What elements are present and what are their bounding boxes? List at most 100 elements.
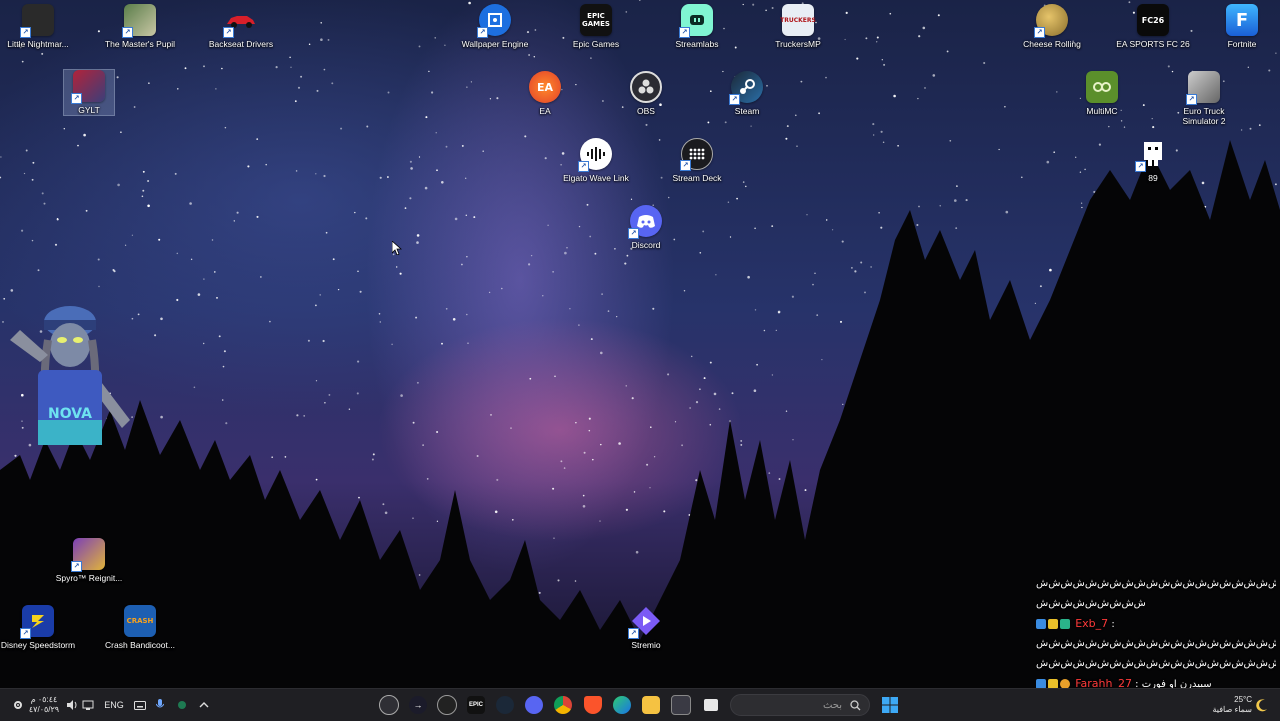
language-indicator[interactable]: ENG (100, 689, 128, 721)
desktop-icon-streamlabs[interactable]: ↗ Streamlabs (659, 4, 735, 49)
taskbar-app-store[interactable] (670, 689, 692, 721)
icon-label: Stremio (631, 640, 661, 650)
desktop: ↗ Little Nightmar... ↗ The Master's Pupi… (0, 0, 1280, 688)
icon-label: Epic Games (572, 39, 620, 49)
taskbar-app-epic[interactable]: EPIC (465, 689, 487, 721)
desktop-icon-cheese-rolling[interactable]: ↗ Cheese Rolling (1014, 4, 1090, 49)
taskbar-app-discord[interactable] (523, 689, 545, 721)
weather-temp: 25°C (1234, 695, 1252, 704)
desktop-icon-gylt[interactable]: ↗ GYLT (63, 69, 115, 116)
fortnite-icon: F (1226, 4, 1258, 36)
desktop-icon-fortnite[interactable]: F Fortnite (1204, 4, 1280, 49)
steam-icon: ↗ (729, 71, 763, 105)
obs-icon (630, 71, 662, 103)
desktop-icon-wallpaper-engine[interactable]: ↗ Wallpaper Engine (457, 4, 533, 49)
desktop-icon-little-nightmares[interactable]: ↗ Little Nightmar... (0, 4, 76, 49)
chat-message: Farahh_27 : سبيدرن او فورت (1036, 674, 1276, 688)
start-button[interactable] (878, 689, 902, 721)
taskbar-app-edge[interactable] (611, 689, 633, 721)
chat-message: Exb_7 : (1036, 614, 1276, 634)
taskbar: ٠٥:٤٤ م ٤٧/٠٥/٢٩ ENG → EPIC بحث 25°C سما… (0, 688, 1280, 721)
desktop-icon-crash-bandicoot[interactable]: CRASH Crash Bandicoot... (102, 605, 178, 650)
desktop-icon-ea[interactable]: EA EA (507, 71, 583, 116)
taskbar-app-brave[interactable] (582, 689, 604, 721)
chrome-icon (554, 696, 572, 714)
chat-overlay: ﺵﺵﺵﺵﺵﺵﺵﺵﺵﺵﺵﺵﺵﺵﺵﺵﺵﺵﺵﺵﺵﺵﺵﺵ ﺵﺵﺵﺵﺵﺵﺵﺵﺵ Exb_7… (1036, 574, 1276, 688)
taskbar-app-explorer[interactable] (640, 689, 662, 721)
wallpaper-engine-icon: ↗ (477, 4, 511, 38)
icon-label: Steam (734, 106, 760, 116)
badge-icon (1036, 619, 1046, 629)
desktop-icon-euro-truck[interactable]: ↗ Euro Truck Simulator 2 (1166, 71, 1242, 126)
search-placeholder: بحث (822, 699, 842, 711)
icon-label: TruckersMP (775, 39, 821, 49)
desktop-icon-steam[interactable]: ↗ Steam (709, 71, 785, 116)
search-icon (850, 699, 861, 710)
chevron-up-icon[interactable] (196, 689, 212, 721)
character-overlay: NOVA (0, 300, 140, 445)
search-input[interactable]: بحث (730, 694, 870, 716)
desktop-icon-discord[interactable]: ↗ Discord (608, 205, 684, 250)
icon-label: Spyro™ Reignit... (55, 573, 123, 583)
discord-icon (525, 696, 543, 714)
pixel-ghost-icon: ↗ (1135, 138, 1169, 172)
stremio-icon: ↗ (628, 605, 662, 639)
icon-label: Elgato Wave Link (563, 173, 629, 183)
desktop-icon-ea-sports-fc26[interactable]: FC26 EA SPORTS FC 26 (1115, 4, 1191, 49)
record-icon (379, 695, 399, 715)
badge-icon (1036, 679, 1046, 688)
icon-label: Discord (631, 240, 661, 250)
desktop-icon-multimc[interactable]: MultiMC (1064, 71, 1140, 116)
little-nightmares-icon: ↗ (20, 4, 54, 38)
taskbar-app-arrow[interactable]: → (407, 689, 429, 721)
icon-label: EA SPORTS FC 26 (1116, 39, 1190, 49)
crash-icon: CRASH (124, 605, 156, 637)
multimc-icon (1086, 71, 1118, 103)
icon-label: Little Nightmar... (7, 39, 69, 49)
desktop-icon-stream-deck[interactable]: ↗ Stream Deck (659, 138, 735, 183)
store-icon (671, 695, 691, 715)
desktop-icon-stremio[interactable]: ↗ Stremio (608, 605, 684, 650)
volume-icon[interactable] (64, 689, 80, 721)
brave-icon (584, 696, 602, 714)
clock[interactable]: ٠٥:٤٤ م ٤٧/٠٥/٢٩ (26, 689, 62, 721)
spyro-icon: ↗ (71, 538, 105, 572)
desktop-icon-epic-games[interactable]: EPIC GAMES Epic Games (558, 4, 634, 49)
speedstorm-icon: ↗ (20, 605, 54, 639)
desktop-icon-elgato-wave-link[interactable]: ↗ Elgato Wave Link (558, 138, 634, 183)
epic-games-icon: EPIC GAMES (580, 4, 612, 36)
ea-icon: EA (529, 71, 561, 103)
desktop-icon-89[interactable]: ↗ 89 (1115, 138, 1191, 183)
tray-app-icon[interactable] (174, 689, 190, 721)
desktop-icon-masters-pupil[interactable]: ↗ The Master's Pupil (102, 4, 178, 49)
grid-icon: ↗ (680, 138, 713, 171)
taskbar-app-recorder[interactable] (378, 689, 400, 721)
keyboard-icon[interactable] (132, 689, 148, 721)
taskbar-app-steam[interactable] (494, 689, 516, 721)
truck-icon: ↗ (1186, 71, 1220, 105)
taskbar-app-taskview[interactable] (700, 689, 722, 721)
desktop-icon-obs[interactable]: OBS (608, 71, 684, 116)
windows-icon (882, 697, 898, 713)
icon-label: Disney Speedstorm (0, 640, 76, 650)
microphone-icon[interactable] (152, 689, 168, 721)
desktop-icon-spyro[interactable]: ↗ Spyro™ Reignit... (51, 538, 127, 583)
network-icon[interactable] (80, 689, 96, 721)
car-icon: ↗ (223, 4, 257, 38)
clock-date: ٤٧/٠٥/٢٩ (28, 705, 60, 714)
icon-label: MultiMC (1086, 106, 1118, 116)
icon-label: Streamlabs (675, 39, 719, 49)
taskbar-app-chrome[interactable] (552, 689, 574, 721)
taskbar-app-streamdeck[interactable] (436, 689, 458, 721)
character-badge-text: NOVA (48, 406, 92, 422)
discord-icon: ↗ (628, 205, 662, 239)
desktop-icon-disney-speedstorm[interactable]: ↗ Disney Speedstorm (0, 605, 76, 650)
desktop-icon-backseat-drivers[interactable]: ↗ Backseat Drivers (203, 4, 279, 49)
weather-widget[interactable]: 25°C سماء صافية (1196, 689, 1252, 721)
icon-label: GYLT (78, 105, 100, 115)
settings-icon[interactable] (10, 689, 26, 721)
fc26-icon: FC26 (1137, 4, 1169, 36)
desktop-icon-truckersmp[interactable]: TRUCKERS TruckersMP (760, 4, 836, 49)
chat-line: ﺵﺵﺵﺵﺵﺵﺵﺵﺵ (1036, 598, 1146, 609)
streamlabs-icon: ↗ (679, 4, 713, 38)
